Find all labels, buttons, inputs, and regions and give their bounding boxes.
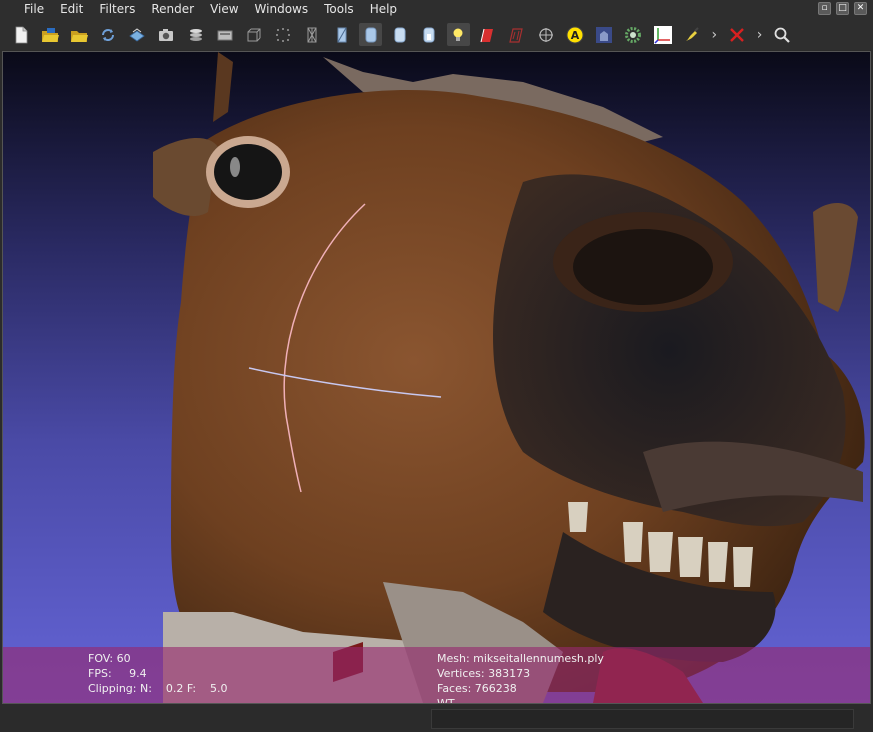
close-window-button[interactable]: ✕ <box>854 2 867 15</box>
raster-icon <box>217 30 233 40</box>
smooth-shading-icon <box>423 27 435 42</box>
search-button[interactable] <box>771 23 794 46</box>
status-bar <box>0 704 873 732</box>
open-project-button[interactable] <box>38 23 61 46</box>
layers-button[interactable] <box>184 23 207 46</box>
fps-readout: FPS: 9.4 <box>88 667 147 680</box>
maximize-window-button[interactable]: □ <box>836 2 849 15</box>
status-progress-field <box>431 709 854 729</box>
info-overlay: FOV: 60 FPS: 9.4 Clipping: N: 0.2 F: 5.0… <box>3 647 870 704</box>
axes-button[interactable] <box>651 23 674 46</box>
snapshot-icon <box>159 28 174 41</box>
render-info: FOV: 60 FPS: 9.4 Clipping: N: 0.2 F: 5.0 <box>88 651 228 696</box>
settings-gear-button[interactable] <box>622 23 645 46</box>
mesh-name: Mesh: mikseitallennumesh.ply <box>437 652 604 665</box>
new-project-button[interactable] <box>9 23 32 46</box>
mesh-info: Mesh: mikseitallennumesh.ply Vertices: 3… <box>437 651 604 704</box>
extra-info: WT <box>437 697 455 704</box>
points-icon <box>276 27 291 42</box>
new-project-icon <box>15 26 27 43</box>
search-icon <box>774 27 790 43</box>
delete-selection-button[interactable] <box>726 23 749 46</box>
hidden-lines-icon <box>337 27 347 42</box>
flat-shading-icon <box>394 27 406 42</box>
wireframe-icon <box>307 27 317 42</box>
wireframe-button[interactable] <box>301 23 324 46</box>
bounding-box-button[interactable] <box>243 23 266 46</box>
horse-head-mesh-render <box>153 52 865 703</box>
settings-gear-icon <box>625 26 642 43</box>
axes-icon <box>653 25 672 44</box>
lighting-button[interactable] <box>446 23 470 46</box>
open-project-icon <box>41 27 59 42</box>
flat-shading-button[interactable] <box>388 23 411 46</box>
snapshot-button[interactable] <box>155 23 178 46</box>
flat-lines-button[interactable] <box>359 23 383 46</box>
delete-selection-icon <box>730 27 744 42</box>
lighting-icon <box>453 28 463 41</box>
smooth-shading-button[interactable] <box>418 23 441 46</box>
view-from-icon <box>596 26 613 43</box>
bounding-box-icon <box>247 28 261 41</box>
clipping-readout: Clipping: N: 0.2 F: 5.0 <box>88 682 228 695</box>
flat-lines-icon <box>365 27 377 42</box>
fov-readout: FOV: 60 <box>88 652 131 665</box>
menu-filters[interactable]: Filters <box>83 0 143 19</box>
import-mesh-button[interactable] <box>67 23 90 46</box>
annotation-button[interactable]: A <box>564 23 587 46</box>
restore-window-button[interactable]: ▫ <box>818 2 831 15</box>
reload-button[interactable] <box>97 23 120 46</box>
vertex-count: Vertices: 383173 <box>437 667 531 680</box>
export-mesh-icon <box>129 27 145 41</box>
selected-faces-icon <box>508 27 523 43</box>
layers-icon <box>189 28 202 41</box>
main-toolbar: A › › <box>0 19 873 50</box>
manipulator-button[interactable] <box>534 23 557 46</box>
reload-icon <box>102 28 115 41</box>
svg-text:A: A <box>571 29 580 42</box>
points-button[interactable] <box>272 23 295 46</box>
menu-windows[interactable]: Windows <box>239 0 317 19</box>
window-controls: ▫ □ ✕ <box>818 2 867 15</box>
hidden-lines-button[interactable] <box>330 23 353 46</box>
toolbar-overflow-chevron-2-icon[interactable]: › <box>755 27 765 43</box>
export-mesh-button[interactable] <box>126 23 149 46</box>
raster-button[interactable] <box>213 23 236 46</box>
annotation-icon: A <box>566 26 584 43</box>
toolbar-overflow-chevron-icon[interactable]: › <box>709 27 719 43</box>
face-count: Faces: 766238 <box>437 682 517 695</box>
backface-button[interactable] <box>476 23 499 46</box>
menu-render[interactable]: Render <box>135 0 202 19</box>
paint-tool-icon <box>685 26 699 41</box>
menu-bar: File Edit Filters Render View Windows To… <box>0 0 873 19</box>
view-from-button[interactable] <box>593 23 616 46</box>
3d-viewport[interactable]: FOV: 60 FPS: 9.4 Clipping: N: 0.2 F: 5.0… <box>2 51 871 704</box>
import-mesh-icon <box>70 30 88 42</box>
menu-help[interactable]: Help <box>354 0 405 19</box>
selected-faces-button[interactable] <box>505 23 528 46</box>
paint-tool-button[interactable] <box>680 23 703 46</box>
backface-icon <box>480 28 493 42</box>
manipulator-icon <box>538 27 553 42</box>
